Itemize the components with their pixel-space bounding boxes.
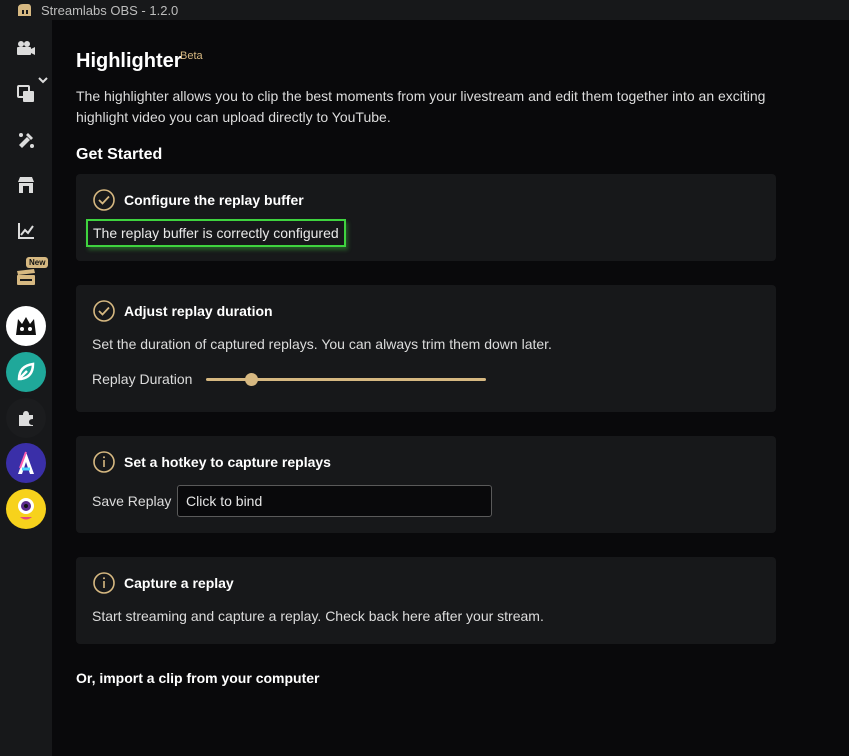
info-circle-icon	[93, 451, 115, 473]
step-hotkey-card: Set a hotkey to capture replays Save Rep…	[76, 436, 776, 533]
layers-icon[interactable]	[14, 82, 38, 106]
puzzle-app-icon[interactable]	[6, 398, 46, 438]
replay-duration-slider[interactable]	[206, 373, 486, 386]
get-started-heading: Get Started	[76, 146, 163, 163]
studio-camera-icon[interactable]	[14, 36, 38, 60]
leaf-app-icon[interactable]	[6, 352, 46, 392]
step-replay-duration-card: Adjust replay duration Set the duration …	[76, 285, 776, 412]
chevron-down-icon[interactable]	[37, 75, 49, 85]
save-replay-label: Save Replay	[92, 493, 172, 509]
a-app-icon[interactable]	[6, 443, 46, 483]
cyclops-app-icon[interactable]	[6, 489, 46, 529]
info-circle-icon	[93, 572, 115, 594]
check-circle-icon	[93, 189, 115, 211]
replay-buffer-status: The replay buffer is correctly configure…	[86, 219, 346, 247]
step-replay-buffer-card: Configure the replay buffer The replay b…	[76, 174, 776, 261]
monstercat-icon[interactable]	[6, 306, 46, 346]
step-capture-card: Capture a replay Start streaming and cap…	[76, 557, 776, 644]
sidebar: New	[0, 20, 52, 756]
streamlabs-logo-icon	[18, 4, 31, 16]
slider-handle[interactable]	[244, 373, 258, 386]
save-replay-hotkey-input[interactable]	[177, 485, 492, 517]
title-bar: Streamlabs OBS - 1.2.0	[0, 0, 849, 20]
window-title: Streamlabs OBS - 1.2.0	[41, 2, 179, 18]
step-title: Configure the replay buffer	[124, 192, 304, 208]
highlighter-icon[interactable]	[14, 265, 38, 289]
new-badge: New	[26, 257, 49, 268]
step-title: Capture a replay	[124, 575, 234, 591]
step-title: Adjust replay duration	[124, 303, 273, 319]
step-title: Set a hotkey to capture replays	[124, 454, 331, 470]
page-description: The highlighter allows you to clip the b…	[76, 88, 766, 125]
step-description: Set the duration of captured replays. Yo…	[92, 336, 552, 352]
page-title: Highlighter	[76, 50, 182, 72]
import-clip-link[interactable]: Or, import a clip from your computer	[76, 670, 319, 686]
themes-icon[interactable]	[14, 128, 38, 152]
beta-label: Beta	[180, 50, 203, 62]
analytics-icon[interactable]	[14, 219, 38, 243]
store-icon[interactable]	[14, 173, 38, 197]
replay-duration-label: Replay Duration	[92, 371, 193, 387]
check-circle-icon	[93, 300, 115, 322]
highlighter-page: Highlighter Beta The highlighter allows …	[52, 20, 849, 756]
step-description: Start streaming and capture a replay. Ch…	[92, 608, 544, 624]
